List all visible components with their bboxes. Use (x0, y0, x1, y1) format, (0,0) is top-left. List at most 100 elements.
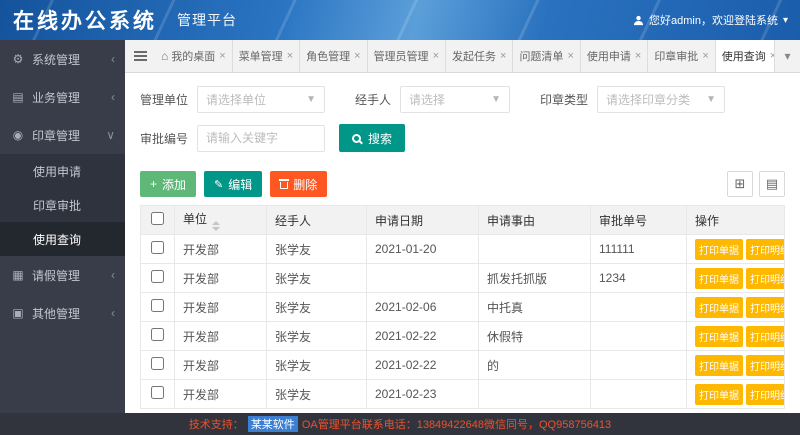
cell-date: 2021-02-06 (367, 293, 479, 322)
close-icon[interactable]: × (287, 50, 293, 62)
sidebar-item-other[interactable]: ▣ 其他管理 ‹ (0, 294, 125, 332)
tab-options-button[interactable]: ▾ (774, 40, 800, 72)
row-checkbox[interactable] (151, 328, 164, 341)
close-icon[interactable]: × (354, 50, 360, 62)
close-icon[interactable]: × (702, 50, 708, 62)
sidebar-item-business[interactable]: ▤ 业务管理 ‹ (0, 78, 125, 116)
col-reason: 申请事由 (479, 206, 591, 235)
chevron-down-icon: ▾ (784, 49, 790, 63)
user-icon (633, 15, 644, 26)
sidebar-item-leave[interactable]: ▦ 请假管理 ‹ (0, 256, 125, 294)
row-checkbox[interactable] (151, 270, 164, 283)
print-icon: ▤ (766, 176, 778, 192)
seal-type-label: 印章类型 (540, 91, 588, 108)
close-icon[interactable]: × (433, 50, 439, 62)
print-receipt-button[interactable]: 打印单据 (695, 355, 743, 376)
approval-no-input[interactable] (197, 125, 325, 152)
print-detail-button[interactable]: 打印明细 (746, 297, 785, 318)
print-detail-button[interactable]: 打印明细 (746, 384, 785, 405)
sidebar-item-label: 其他管理 (32, 305, 80, 322)
sidebar-item-system[interactable]: ⚙ 系统管理 ‹ (0, 40, 125, 78)
chevron-down-icon: ▼ (706, 94, 716, 105)
cell-reason (479, 380, 591, 409)
cell-unit: 开发部 (175, 293, 267, 322)
tab-start-task[interactable]: 发起任务 × (446, 40, 513, 72)
handler-select[interactable]: 请选择 ▼ (400, 86, 510, 113)
tab-issue-list[interactable]: 问题清单 × (513, 40, 580, 72)
filter-columns-button[interactable]: ⊞ (727, 171, 753, 197)
row-checkbox[interactable] (151, 386, 164, 399)
sidebar-item-seal-approve[interactable]: 印章审批 (0, 188, 125, 222)
close-icon[interactable]: × (635, 50, 641, 62)
print-detail-button[interactable]: 打印明细 (746, 268, 785, 289)
chevron-down-icon: ▼ (306, 94, 316, 105)
sidebar-item-use-apply[interactable]: 使用申请 (0, 154, 125, 188)
print-detail-button[interactable]: 打印明细 (746, 239, 785, 260)
sort-icon[interactable] (212, 221, 220, 231)
print-receipt-button[interactable]: 打印单据 (695, 326, 743, 347)
sidebar-item-label: 请假管理 (32, 267, 80, 284)
print-detail-button[interactable]: 打印明细 (746, 326, 785, 347)
edit-button[interactable]: ✎ 编辑 (204, 171, 262, 197)
row-checkbox[interactable] (151, 241, 164, 254)
app-title: 在线办公系统 (0, 5, 157, 35)
print-receipt-button[interactable]: 打印单据 (695, 297, 743, 318)
sidebar-collapse-button[interactable] (125, 40, 155, 72)
select-all-checkbox[interactable] (151, 212, 164, 225)
print-detail-button[interactable]: 打印明细 (746, 355, 785, 376)
cell-handler: 张学友 (267, 351, 367, 380)
search-icon (352, 134, 361, 143)
print-receipt-button[interactable]: 打印单据 (695, 268, 743, 289)
row-checkbox[interactable] (151, 357, 164, 370)
close-icon[interactable]: × (500, 50, 506, 62)
print-receipt-button[interactable]: 打印单据 (695, 239, 743, 260)
close-icon[interactable]: × (219, 50, 225, 62)
tab-use-apply[interactable]: 使用申请 × (581, 40, 648, 72)
print-receipt-button[interactable]: 打印单据 (695, 384, 743, 405)
cell-approval-no: 1234 (591, 264, 687, 293)
cell-unit: 开发部 (175, 351, 267, 380)
cell-unit: 开发部 (175, 235, 267, 264)
chevron-left-icon: ‹ (111, 90, 115, 104)
close-icon[interactable]: × (567, 50, 573, 62)
col-unit: 单位 (175, 206, 267, 235)
col-handler: 经手人 (267, 206, 367, 235)
tab-seal-approve[interactable]: 印章审批 × (648, 40, 715, 72)
chevron-down-icon: ▼ (491, 94, 501, 105)
tab-use-query[interactable]: 使用查询 × (716, 40, 774, 72)
sidebar-item-seal[interactable]: ◉ 印章管理 ∨ (0, 116, 125, 154)
unit-select[interactable]: 请选择单位 ▼ (197, 86, 325, 113)
pencil-icon: ✎ (214, 178, 223, 191)
print-export-button[interactable]: ▤ (759, 171, 785, 197)
chevron-left-icon: ‹ (111, 306, 115, 320)
cell-date: 2021-01-20 (367, 235, 479, 264)
sidebar: ⚙ 系统管理 ‹ ▤ 业务管理 ‹ ◉ 印章管理 ∨ 使用申请 印章审批 使用查… (0, 40, 125, 413)
row-checkbox[interactable] (151, 299, 164, 312)
sidebar-item-use-query[interactable]: 使用查询 (0, 222, 125, 256)
table-row: 开发部 张学友 2021-01-20 111111 打印单据打印明细编辑 (141, 235, 785, 264)
seal-submenu: 使用申请 印章审批 使用查询 (0, 154, 125, 256)
seal-type-select[interactable]: 请选择印章分类 ▼ (597, 86, 725, 113)
cell-reason: 抓发托抓版 (479, 264, 591, 293)
delete-button[interactable]: 删除 (270, 171, 327, 197)
tab-admin-mgmt[interactable]: 管理员管理 × (368, 40, 446, 72)
tab-desktop[interactable]: ⌂ 我的桌面 × (155, 40, 233, 72)
cell-date: 2021-02-22 (367, 351, 479, 380)
search-button[interactable]: 搜索 (339, 124, 405, 152)
table-row: 开发部 张学友 2021-02-22 的 打印单据打印明细编辑 (141, 351, 785, 380)
add-button[interactable]: + 添加 (140, 171, 196, 197)
plus-icon: + (150, 177, 157, 191)
approval-no-label: 审批编号 (140, 130, 188, 147)
chevron-left-icon: ‹ (111, 52, 115, 66)
tab-role-mgmt[interactable]: 角色管理 × (300, 40, 367, 72)
table-header-row: 单位 经手人 申请日期 申请事由 审批单号 操作 (141, 206, 785, 235)
unit-label: 管理单位 (140, 91, 188, 108)
user-greeting: 您好admin，欢迎登陆系统 (649, 12, 778, 28)
table-row: 开发部 张学友 2021-02-23 打印单据打印明细编辑 (141, 380, 785, 409)
grid-icon: ⊞ (735, 176, 746, 192)
col-approval-no: 审批单号 (591, 206, 687, 235)
user-menu[interactable]: 您好admin，欢迎登陆系统 ▾ (633, 12, 800, 28)
top-header: 在线办公系统 管理平台 您好admin，欢迎登陆系统 ▾ (0, 0, 800, 40)
tab-menu-mgmt[interactable]: 菜单管理 × (233, 40, 300, 72)
handler-label: 经手人 (355, 91, 391, 108)
